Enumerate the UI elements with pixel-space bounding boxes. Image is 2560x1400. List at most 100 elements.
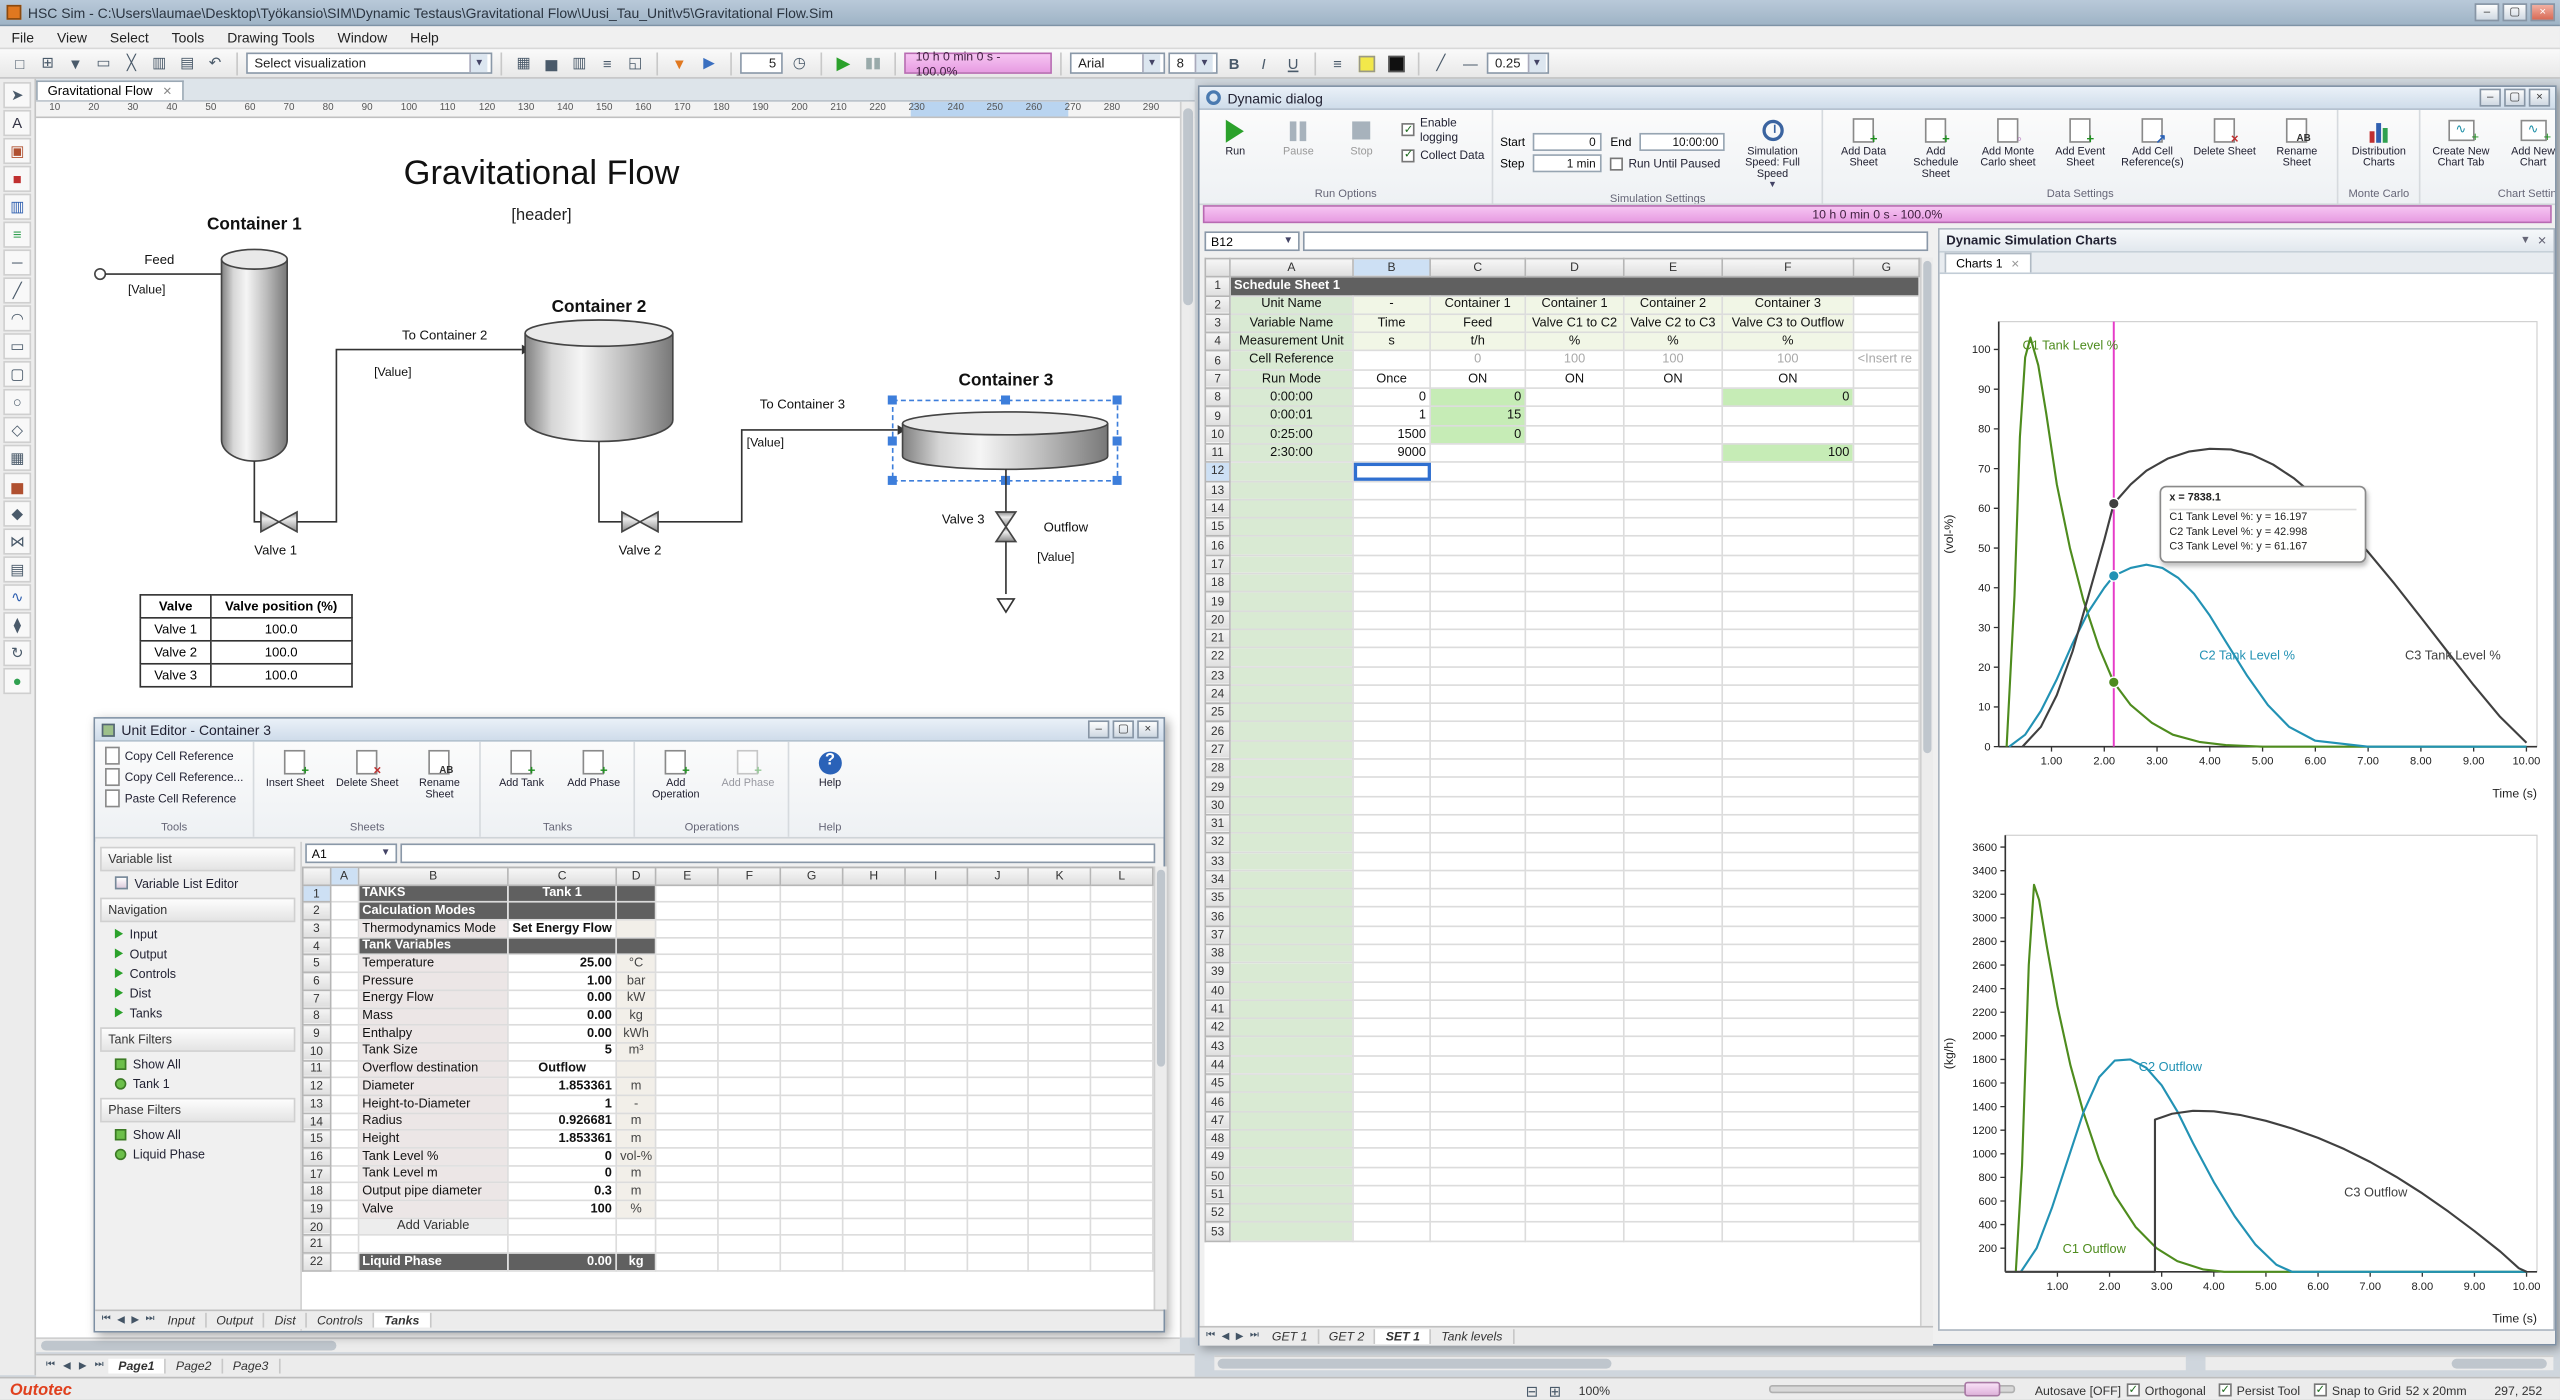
cell[interactable] <box>1854 759 1920 778</box>
cell[interactable] <box>1854 1111 1920 1130</box>
row-header-10[interactable]: 10 <box>303 1043 330 1061</box>
cell[interactable] <box>1854 926 1920 945</box>
cell[interactable] <box>1091 1113 1153 1131</box>
operation-button-0[interactable]: +Add Operation <box>642 745 709 801</box>
charts-tab[interactable]: Charts 1✕ <box>1945 253 2032 273</box>
next-sheet-icon[interactable]: ▶ <box>128 1314 142 1325</box>
cell[interactable]: s <box>1353 333 1430 352</box>
cell[interactable] <box>718 972 780 990</box>
cell[interactable]: TANKS <box>358 885 508 903</box>
row-header-13[interactable]: 13 <box>1205 481 1230 500</box>
cell[interactable] <box>1854 666 1920 685</box>
cell[interactable] <box>1722 481 1853 500</box>
page-tab-page3[interactable]: Page3 <box>223 1359 280 1374</box>
cell[interactable] <box>1353 351 1430 370</box>
cell[interactable] <box>1854 388 1920 407</box>
column-header-B[interactable]: B <box>1353 258 1430 277</box>
cell[interactable] <box>1091 1253 1153 1271</box>
cell[interactable]: Energy Flow <box>358 990 508 1008</box>
cell[interactable] <box>1854 499 1920 518</box>
cell[interactable] <box>1525 1185 1623 1204</box>
cell[interactable] <box>843 1078 905 1096</box>
zoom-out-icon[interactable]: ⊟ <box>1523 1383 1541 1400</box>
cell[interactable] <box>1353 629 1430 648</box>
column-header-A[interactable]: A <box>1230 258 1353 277</box>
cell[interactable] <box>905 1218 967 1236</box>
cell[interactable] <box>1430 926 1525 945</box>
cell[interactable]: 0 <box>1430 388 1525 407</box>
cell[interactable] <box>1624 815 1722 834</box>
cell[interactable] <box>1624 889 1722 908</box>
cell[interactable] <box>1230 518 1353 537</box>
cell[interactable] <box>1525 1056 1623 1075</box>
cell[interactable] <box>1854 296 1920 315</box>
cell[interactable] <box>508 1218 616 1236</box>
cell[interactable] <box>1430 648 1525 667</box>
cell[interactable] <box>718 885 780 903</box>
cell[interactable] <box>1624 796 1722 815</box>
play-blue-icon[interactable]: ▶ <box>696 52 722 75</box>
enable-logging-checkbox[interactable]: ✓Enable logging <box>1402 115 1485 145</box>
table-icon[interactable]: ▥ <box>566 52 592 75</box>
cell[interactable] <box>1353 870 1430 889</box>
cell-reference-box[interactable]: B12▼ <box>1204 231 1299 251</box>
container1[interactable] <box>222 259 288 461</box>
cell[interactable]: 1500 <box>1353 425 1430 444</box>
row-header-24[interactable]: 24 <box>1205 685 1230 704</box>
cell[interactable] <box>905 1165 967 1183</box>
cell[interactable] <box>1430 722 1525 741</box>
cell[interactable]: m <box>616 1165 656 1183</box>
row-header-22[interactable]: 22 <box>1205 648 1230 667</box>
cell[interactable] <box>656 1078 718 1096</box>
cell[interactable] <box>656 1253 718 1271</box>
cell[interactable] <box>1230 462 1353 481</box>
cell[interactable] <box>1353 1167 1430 1186</box>
cell[interactable] <box>1430 815 1525 834</box>
tank-filter-show-all[interactable]: Show All <box>95 1054 300 1074</box>
cell[interactable]: 0 <box>1722 388 1853 407</box>
row-header-19[interactable]: 19 <box>1205 592 1230 611</box>
menu-tools[interactable]: Tools <box>160 27 216 47</box>
phase-filter-liquid-phase[interactable]: Liquid Phase <box>95 1144 300 1164</box>
cell[interactable] <box>905 885 967 903</box>
row-header-31[interactable]: 31 <box>1205 815 1230 834</box>
row-header-43[interactable]: 43 <box>1205 1037 1230 1056</box>
cell[interactable] <box>1430 611 1525 630</box>
row-header-20[interactable]: 20 <box>1205 611 1230 630</box>
dock-icon[interactable]: ▼ <box>2520 234 2531 247</box>
cell[interactable]: Container 3 <box>1722 296 1853 315</box>
cell[interactable] <box>843 1148 905 1166</box>
cell[interactable] <box>1722 648 1853 667</box>
cell[interactable] <box>1854 555 1920 574</box>
cell[interactable] <box>1353 685 1430 704</box>
cell[interactable] <box>1624 1148 1722 1167</box>
cell[interactable] <box>1029 1113 1091 1131</box>
cell[interactable]: Schedule Sheet 1 <box>1230 277 1919 296</box>
menu-drawing-tools[interactable]: Drawing Tools <box>216 27 326 47</box>
flask-icon[interactable]: ▼ <box>666 52 692 75</box>
cell[interactable] <box>1854 629 1920 648</box>
cell[interactable]: Cell Reference <box>1230 351 1353 370</box>
cell[interactable] <box>905 1183 967 1201</box>
cell[interactable] <box>1029 990 1091 1008</box>
cell[interactable] <box>1854 1222 1920 1241</box>
cell[interactable] <box>1353 1204 1430 1223</box>
cell[interactable] <box>358 1236 508 1254</box>
row-header-53[interactable]: 53 <box>1205 1222 1230 1241</box>
table-tool[interactable]: ▦ <box>3 445 31 471</box>
cell[interactable] <box>905 1060 967 1078</box>
cell[interactable]: kW <box>616 990 656 1008</box>
sheet-tab-get-2[interactable]: GET 2 <box>1319 1329 1376 1344</box>
diamond-tool[interactable]: ◆ <box>3 501 31 527</box>
cell[interactable] <box>718 1078 780 1096</box>
cell[interactable] <box>718 1043 780 1061</box>
cell[interactable] <box>330 1200 358 1218</box>
cell[interactable] <box>1624 1167 1722 1186</box>
cell[interactable]: ON <box>1722 370 1853 389</box>
cell[interactable] <box>1854 703 1920 722</box>
cell[interactable] <box>1230 1111 1353 1130</box>
cell[interactable] <box>1353 1130 1430 1149</box>
row-header-17[interactable]: 17 <box>1205 555 1230 574</box>
cell[interactable] <box>967 1025 1029 1043</box>
cell[interactable] <box>1722 703 1853 722</box>
